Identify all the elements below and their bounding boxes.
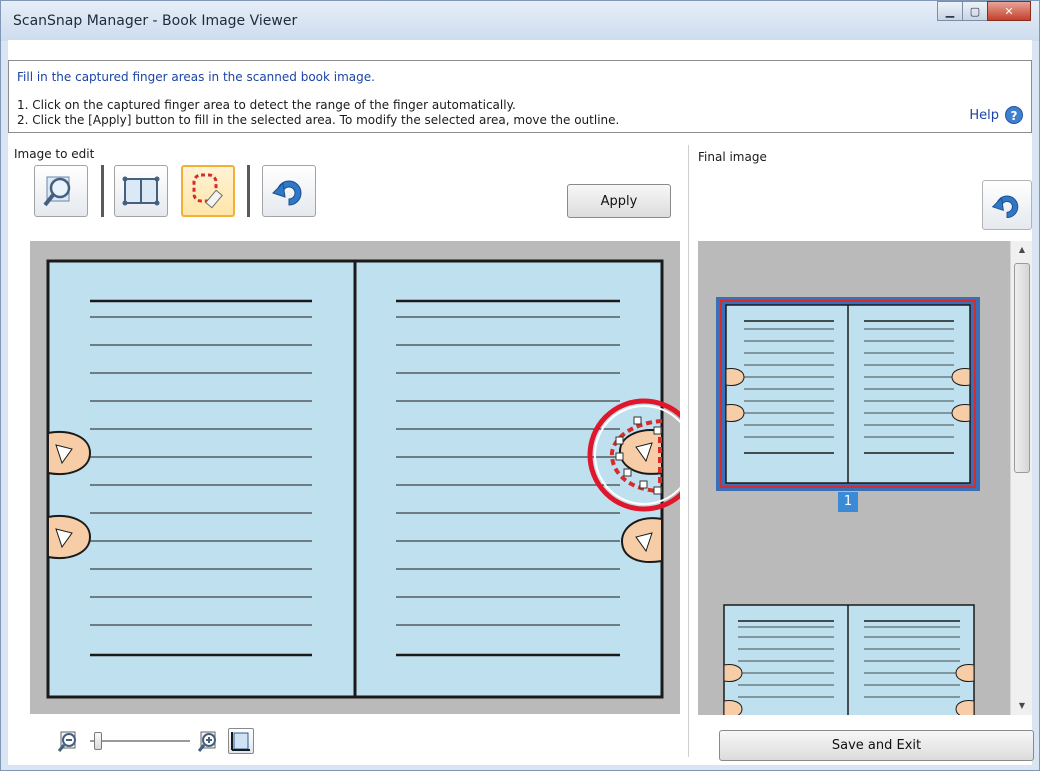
maximize-button[interactable]: ▢ xyxy=(962,1,988,21)
finger-left-lower[interactable] xyxy=(47,515,92,559)
toolbar-separator xyxy=(101,165,104,217)
final-image-label: Final image xyxy=(698,150,767,164)
finger-eraser-icon xyxy=(192,173,223,209)
magnifier-icon xyxy=(43,176,71,207)
finger-left-upper[interactable] xyxy=(47,431,92,475)
undo-icon xyxy=(272,180,302,206)
edit-canvas[interactable] xyxy=(30,241,680,714)
fit-page-button[interactable] xyxy=(228,728,254,754)
window-title: ScanSnap Manager - Book Image Viewer xyxy=(13,13,298,29)
help-link[interactable]: Help ? xyxy=(969,106,1023,124)
scroll-up-arrow[interactable]: ▲ xyxy=(1011,241,1033,259)
final-image-panel xyxy=(698,241,1010,715)
instruction-step-2: 2. Click the [Apply] button to fill in t… xyxy=(17,113,620,127)
panel-divider xyxy=(688,145,689,757)
title-bar: ScanSnap Manager - Book Image Viewer ▁ ▢… xyxy=(1,1,1039,41)
page-crop-tool-button[interactable] xyxy=(114,165,168,217)
toolbar-separator xyxy=(247,165,250,217)
instruction-panel: Fill in the captured finger areas in the… xyxy=(8,60,1032,133)
final-image-scrollbar[interactable]: ▲ ▼ xyxy=(1010,241,1032,715)
minimize-button[interactable]: ▁ xyxy=(937,1,963,21)
instruction-title: Fill in the captured finger areas in the… xyxy=(17,70,375,84)
undo-icon xyxy=(991,195,1019,219)
zoom-slider-track[interactable] xyxy=(90,740,190,742)
final-undo-button[interactable] xyxy=(982,180,1032,230)
undo-tool-button[interactable] xyxy=(262,165,316,217)
zoom-in-icon xyxy=(197,731,216,752)
final-thumbnails xyxy=(716,297,980,715)
apply-button[interactable]: Apply xyxy=(567,184,671,218)
save-and-exit-button[interactable]: Save and Exit xyxy=(719,730,1034,761)
close-button[interactable]: ✕ xyxy=(987,1,1031,21)
thumbnail-page-1[interactable] xyxy=(716,297,980,491)
zoom-slider-thumb[interactable] xyxy=(94,732,102,750)
book-spread-image[interactable] xyxy=(30,241,680,714)
scroll-down-arrow[interactable]: ▼ xyxy=(1011,697,1033,715)
page-number-badge: 1 xyxy=(838,492,858,512)
book-crop-icon xyxy=(122,176,160,206)
zoom-out-button[interactable] xyxy=(57,730,80,752)
magnifier-tool-button[interactable] xyxy=(34,165,88,217)
scroll-thumb[interactable] xyxy=(1014,263,1030,473)
image-to-edit-label: Image to edit xyxy=(14,147,95,161)
finger-fill-tool-button[interactable] xyxy=(181,165,235,217)
instruction-step-1: 1. Click on the captured finger area to … xyxy=(17,98,516,112)
zoom-in-button[interactable] xyxy=(197,730,220,752)
help-label: Help xyxy=(969,107,999,123)
thumbnail-page-2[interactable] xyxy=(723,604,975,715)
fit-page-icon xyxy=(231,732,250,751)
question-icon: ? xyxy=(1005,106,1023,124)
window-controls: ▁ ▢ ✕ xyxy=(937,1,1031,25)
zoom-out-icon xyxy=(57,731,76,752)
